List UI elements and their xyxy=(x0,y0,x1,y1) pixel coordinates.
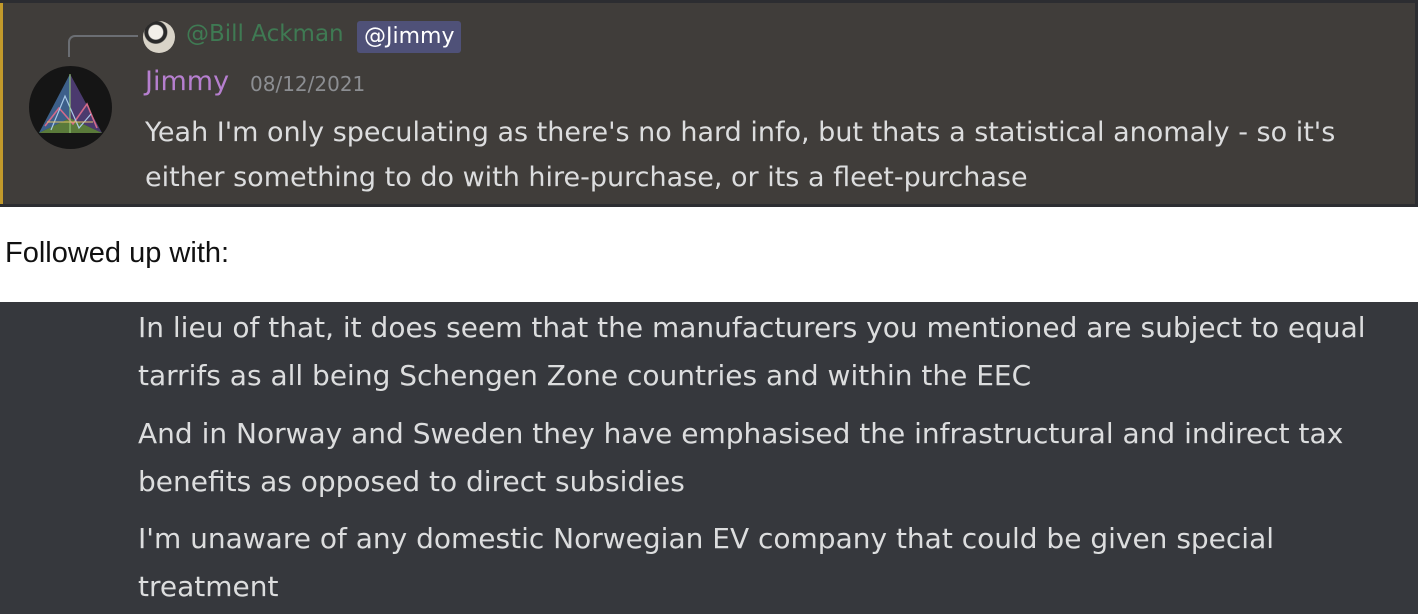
message-content: Yeah I'm only speculating as there's no … xyxy=(145,117,1336,193)
intro-text: Followed up with: xyxy=(5,237,230,269)
avatar[interactable] xyxy=(29,66,112,149)
mention-highlight-bar xyxy=(0,3,3,204)
reply-mention-pill[interactable]: @Jimmy xyxy=(357,21,462,53)
followup-message: In lieu of that, it does seem that the m… xyxy=(138,311,1366,392)
reply-avatar[interactable] xyxy=(143,21,175,53)
reply-username[interactable]: @Bill Ackman xyxy=(186,21,344,47)
followup-message: I'm unaware of any domestic Norwegian EV… xyxy=(138,522,1275,603)
reply-connector xyxy=(68,35,138,57)
avatar-image xyxy=(39,74,102,133)
message-timestamp: 08/12/2021 xyxy=(250,72,366,96)
message-author[interactable]: Jimmy xyxy=(145,66,229,97)
mentioned-message: @Bill Ackman @Jimmy Jimmy 08/12/2021 Yea… xyxy=(0,0,1418,207)
followup-message: And in Norway and Sweden they have empha… xyxy=(138,417,1344,498)
followup-messages: In lieu of that, it does seem that the m… xyxy=(0,302,1418,614)
